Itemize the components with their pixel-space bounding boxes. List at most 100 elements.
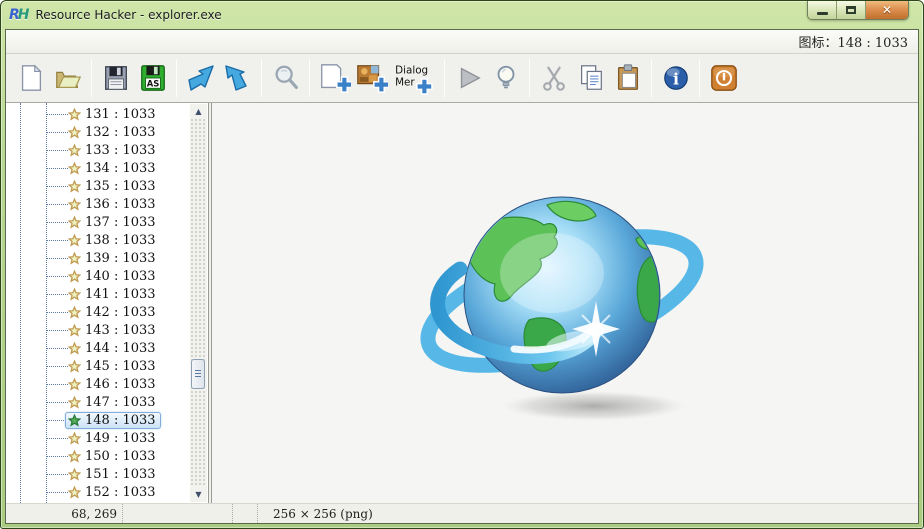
scroll-down-icon[interactable]: ▼: [190, 487, 207, 502]
svg-text:Dialog: Dialog: [395, 64, 428, 76]
info-button[interactable]: i: [657, 57, 694, 99]
resource-star-icon: [68, 234, 81, 247]
scissors-icon: [539, 63, 569, 93]
dialog-merge-button[interactable]: Dialog Mer: [389, 57, 439, 99]
menu-item[interactable]: [10, 39, 28, 45]
menu-item[interactable]: [46, 39, 64, 45]
menu-item[interactable]: [82, 39, 100, 45]
resource-star-icon: [68, 180, 81, 193]
save-icon: [101, 63, 131, 93]
tree-item-label: 134 : 1033: [85, 161, 156, 176]
toolbar-separator: [699, 59, 700, 97]
tree-item-label: 135 : 1033: [85, 179, 156, 194]
tree-item-label: 144 : 1033: [85, 341, 156, 356]
copy-icon: [576, 63, 606, 93]
tree-scrollbar[interactable]: ▲ ▼: [190, 104, 207, 502]
search-icon: [271, 63, 301, 93]
forward-arrow-icon: [222, 62, 254, 94]
resource-star-icon: [68, 324, 81, 337]
tree-item[interactable]: 132 : 1033: [6, 123, 208, 141]
tree-item[interactable]: 143 : 1033: [6, 321, 208, 339]
tree-item[interactable]: 142 : 1033: [6, 303, 208, 321]
new-file-button[interactable]: [12, 57, 49, 99]
resource-star-icon: [68, 432, 81, 445]
resource-tree-panel: 131 : 1033 132 : 1033: [6, 103, 209, 503]
tree-item[interactable]: 139 : 1033: [6, 249, 208, 267]
add-image-icon: [354, 61, 388, 95]
forward-button[interactable]: [219, 57, 256, 99]
tree-item-label: 148 : 1033: [85, 413, 156, 428]
tree-item[interactable]: 137 : 1033: [6, 213, 208, 231]
tree-item[interactable]: 145 : 1033: [6, 357, 208, 375]
resource-star-icon: [68, 270, 81, 283]
minimize-icon: [817, 12, 828, 15]
exit-icon: [709, 63, 739, 93]
paste-button[interactable]: [609, 57, 646, 99]
tree-item[interactable]: 152 : 1033: [6, 483, 208, 501]
open-file-button[interactable]: [49, 57, 86, 99]
close-icon: ✕: [882, 4, 892, 16]
app-logo-icon: RH: [9, 7, 28, 23]
tree-item[interactable]: 134 : 1033: [6, 159, 208, 177]
back-button[interactable]: [182, 57, 219, 99]
tree-item[interactable]: 147 : 1033: [6, 393, 208, 411]
tree-item[interactable]: 150 : 1033: [6, 447, 208, 465]
toolbar-separator: [91, 59, 92, 97]
menu-item[interactable]: [64, 39, 82, 45]
close-button[interactable]: ✕: [866, 1, 908, 19]
window-controls: ✕: [807, 1, 909, 20]
tree-item[interactable]: 148 : 1033: [6, 411, 208, 429]
minimize-button[interactable]: [808, 1, 837, 19]
tree-item[interactable]: 141 : 1033: [6, 285, 208, 303]
scroll-up-icon[interactable]: ▲: [190, 104, 207, 119]
window-body: 图标：148 : 1033: [5, 29, 919, 524]
resource-star-icon: [68, 216, 81, 229]
menu-bar: 图标：148 : 1033: [6, 30, 918, 54]
tree-item-label: 146 : 1033: [85, 377, 156, 392]
tree-item[interactable]: 133 : 1033: [6, 141, 208, 159]
tree-item[interactable]: 131 : 1033: [6, 105, 208, 123]
cut-button[interactable]: [535, 57, 572, 99]
tree-item-label: 136 : 1033: [85, 197, 156, 212]
tree-item-label: 151 : 1033: [85, 467, 156, 482]
tree-item[interactable]: 140 : 1033: [6, 267, 208, 285]
resource-star-icon: [68, 378, 81, 391]
compile-button[interactable]: [487, 57, 524, 99]
new-file-icon: [16, 63, 46, 93]
save-button[interactable]: [97, 57, 134, 99]
scrollbar-thumb[interactable]: [191, 359, 205, 389]
tree-item[interactable]: 136 : 1033: [6, 195, 208, 213]
resource-star-icon: [68, 468, 81, 481]
tree-item[interactable]: 151 : 1033: [6, 465, 208, 483]
tree-item-label: 141 : 1033: [85, 287, 156, 302]
tree-item[interactable]: 146 : 1033: [6, 375, 208, 393]
status-panel-empty: [123, 504, 233, 523]
toolbar-separator: [261, 59, 262, 97]
save-as-button[interactable]: AS: [134, 57, 171, 99]
status-cursor-position: 68, 269: [6, 504, 123, 523]
tree-item[interactable]: 138 : 1033: [6, 231, 208, 249]
tree-item[interactable]: 135 : 1033: [6, 177, 208, 195]
add-image-button[interactable]: [352, 57, 389, 99]
menu-item[interactable]: [28, 39, 46, 45]
maximize-button[interactable]: [837, 1, 866, 19]
tree-item-label: 140 : 1033: [85, 269, 156, 284]
tree-item-label: 133 : 1033: [85, 143, 156, 158]
content-area: 131 : 1033 132 : 1033: [6, 103, 918, 503]
tree-item[interactable]: 149 : 1033: [6, 429, 208, 447]
add-resource-icon: [317, 61, 351, 95]
copy-button[interactable]: [572, 57, 609, 99]
tree-item-label: 142 : 1033: [85, 305, 156, 320]
run-script-button[interactable]: [450, 57, 487, 99]
add-resource-button[interactable]: [315, 57, 352, 99]
resource-star-icon: [68, 252, 81, 265]
exit-button[interactable]: [705, 57, 742, 99]
tree-item-label: 147 : 1033: [85, 395, 156, 410]
title-bar[interactable]: RH Resource Hacker - explorer.exe ✕: [1, 1, 923, 29]
resource-star-icon: [68, 486, 81, 499]
tree-item-label: 132 : 1033: [85, 125, 156, 140]
app-window: RH Resource Hacker - explorer.exe ✕ 图标：1…: [0, 0, 924, 529]
tree-item[interactable]: 144 : 1033: [6, 339, 208, 357]
find-button[interactable]: [267, 57, 304, 99]
resource-star-icon: [68, 108, 81, 121]
